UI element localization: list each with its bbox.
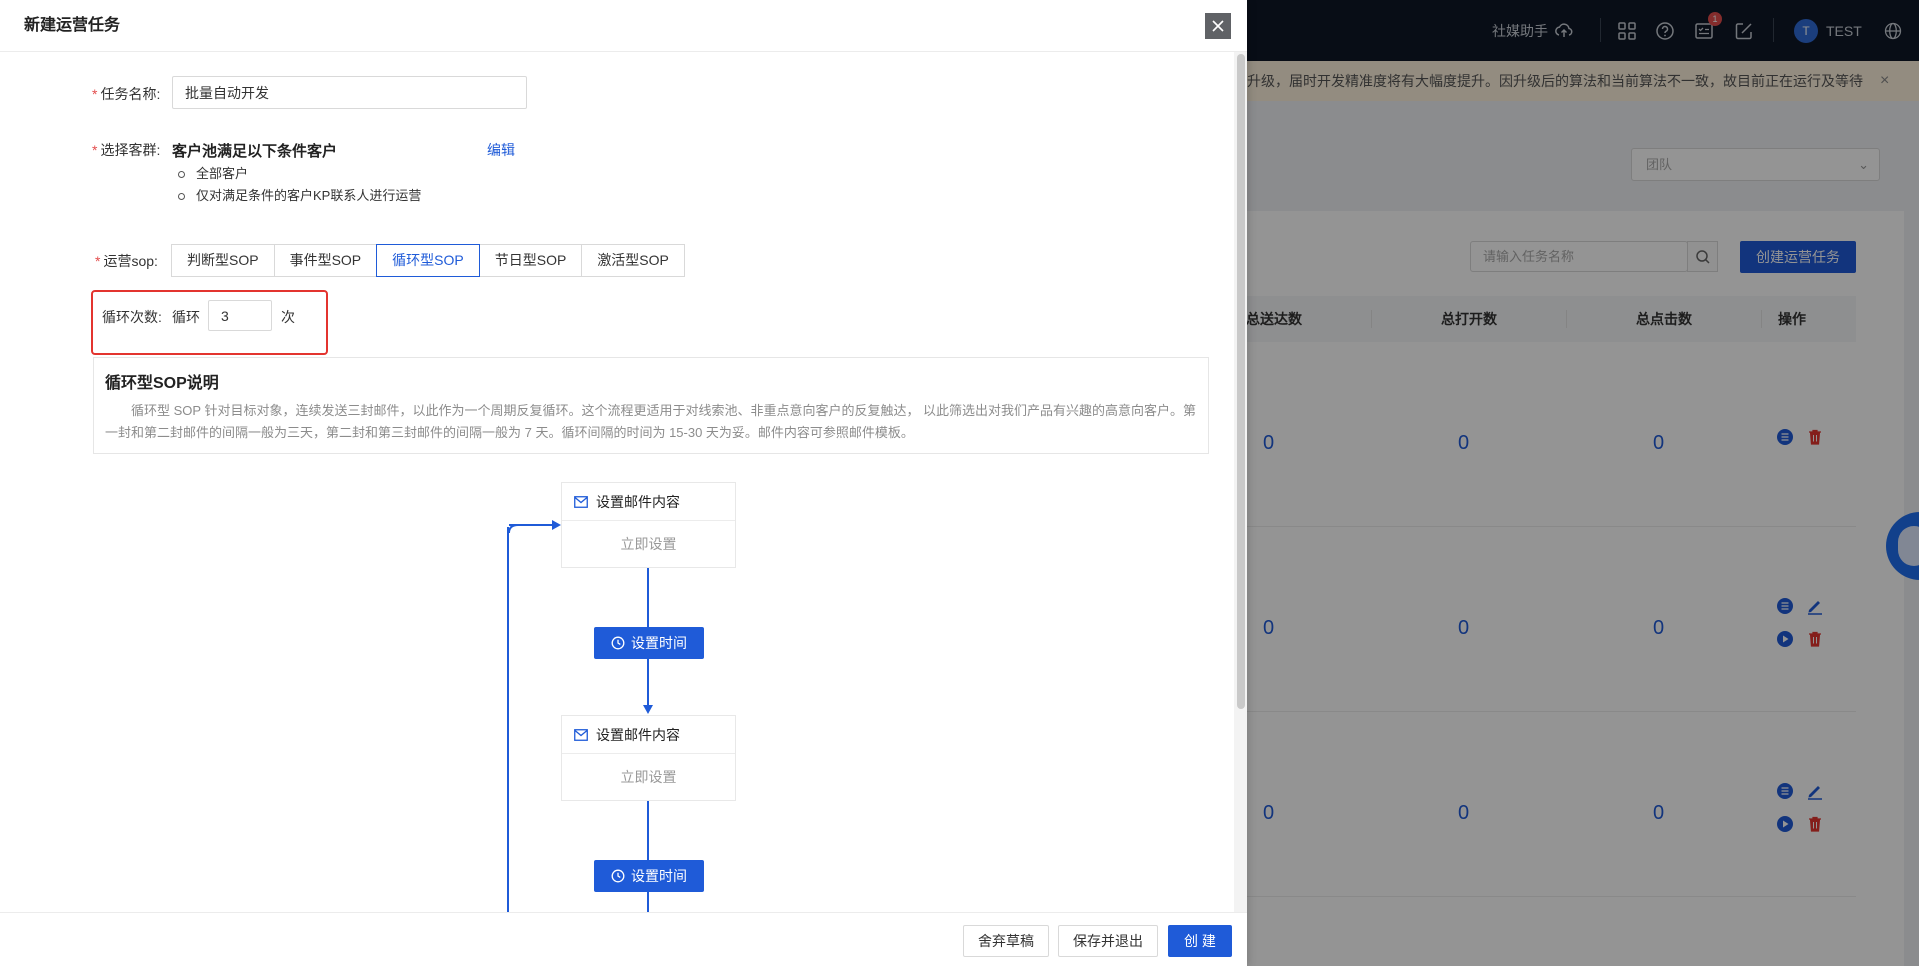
flow-connector — [647, 568, 649, 627]
drawer-header: 新建运营任务 — [0, 0, 1247, 52]
list-item: 仅对满足条件的客户KP联系人进行运营 — [176, 185, 421, 207]
loop-back-line — [507, 527, 509, 912]
loop-count-value: 3 — [221, 307, 229, 324]
list-item: 全部客户 — [176, 163, 421, 185]
loop-count-input[interactable]: 3 — [208, 300, 272, 331]
flow-connector — [647, 659, 649, 705]
sop-tabs: 判断型SOP 事件型SOP 循环型SOP 节日型SOP 激活型SOP — [171, 244, 685, 277]
sop-description-text: 循环型 SOP 针对目标对象，连续发送三封邮件，以此作为一个周期反复循环。这个流… — [105, 403, 1197, 440]
save-and-exit-button[interactable]: 保存并退出 — [1058, 925, 1158, 957]
flow-connector — [647, 892, 649, 912]
discard-draft-button[interactable]: 舍弃草稿 — [963, 925, 1049, 957]
drawer-title: 新建运营任务 — [24, 17, 121, 34]
customer-group-title: 客户池满足以下条件客户 — [172, 143, 338, 160]
set-time-label: 设置时间 — [631, 868, 687, 884]
sop-description-box: 循环型SOP说明 循环型 SOP 针对目标对象，连续发送三封邮件，以此作为一个周… — [93, 357, 1209, 454]
email-set-now-link[interactable]: 立即设置 — [562, 754, 735, 800]
create-button[interactable]: 创 建 — [1168, 925, 1232, 957]
set-time-button[interactable]: 设置时间 — [594, 627, 704, 659]
new-task-drawer: 新建运营任务 * 任务名称: 批量自动开发 * 选择客群: 客户池满足以下条件客户 … — [0, 0, 1247, 966]
tab-activation-sop[interactable]: 激活型SOP — [581, 244, 685, 277]
task-name-input[interactable]: 批量自动开发 — [172, 76, 527, 109]
loop-prefix: 循环 — [172, 309, 200, 325]
email-step-title: 设置邮件内容 — [596, 493, 680, 510]
task-name-value: 批量自动开发 — [185, 84, 269, 101]
required-mark: * — [92, 86, 98, 102]
set-time-button[interactable]: 设置时间 — [594, 860, 704, 892]
set-time-label: 设置时间 — [631, 635, 687, 651]
required-mark: * — [92, 142, 98, 158]
customer-group-label: * 选择客群: — [92, 140, 160, 160]
sop-label-text: 运营sop: — [103, 253, 158, 269]
email-step-card[interactable]: 设置邮件内容 立即设置 — [561, 715, 736, 801]
loop-suffix: 次 — [281, 309, 295, 325]
tab-holiday-sop[interactable]: 节日型SOP — [478, 244, 583, 277]
customer-group-label-text: 选择客群: — [100, 142, 161, 158]
drawer-footer: 舍弃草稿 保存并退出 创 建 — [0, 912, 1247, 966]
sop-label: * 运营sop: — [95, 251, 158, 271]
customer-conditions-list: 全部客户 仅对满足条件的客户KP联系人进行运营 — [176, 163, 421, 207]
arrow-down-icon — [643, 705, 653, 714]
mail-icon — [574, 495, 588, 508]
email-step-header: 设置邮件内容 — [562, 716, 735, 754]
email-step-header: 设置邮件内容 — [562, 483, 735, 521]
modal-overlay[interactable] — [1247, 0, 1919, 966]
tab-event-sop[interactable]: 事件型SOP — [273, 244, 378, 277]
drawer-close-button[interactable] — [1205, 13, 1231, 39]
email-set-now-link[interactable]: 立即设置 — [562, 521, 735, 567]
mail-icon — [574, 728, 588, 741]
task-name-label: * 任务名称: — [92, 84, 160, 104]
tab-judgment-sop[interactable]: 判断型SOP — [171, 244, 275, 277]
email-step-card[interactable]: 设置邮件内容 立即设置 — [561, 482, 736, 568]
scrollbar-thumb[interactable] — [1237, 54, 1245, 709]
loop-count-label: 循环次数: — [102, 309, 162, 325]
clock-icon — [611, 636, 625, 650]
close-icon — [1212, 20, 1224, 32]
required-mark: * — [95, 253, 101, 269]
sop-description-title: 循环型SOP说明 — [105, 375, 219, 392]
clock-icon — [611, 869, 625, 883]
edit-customer-group-link[interactable]: 编辑 — [487, 140, 515, 160]
flow-connector — [647, 801, 649, 860]
loop-back-arrow-icon — [508, 520, 561, 534]
tab-loop-sop[interactable]: 循环型SOP — [376, 244, 480, 277]
email-step-title: 设置邮件内容 — [596, 726, 680, 743]
task-name-label-text: 任务名称: — [100, 86, 161, 102]
